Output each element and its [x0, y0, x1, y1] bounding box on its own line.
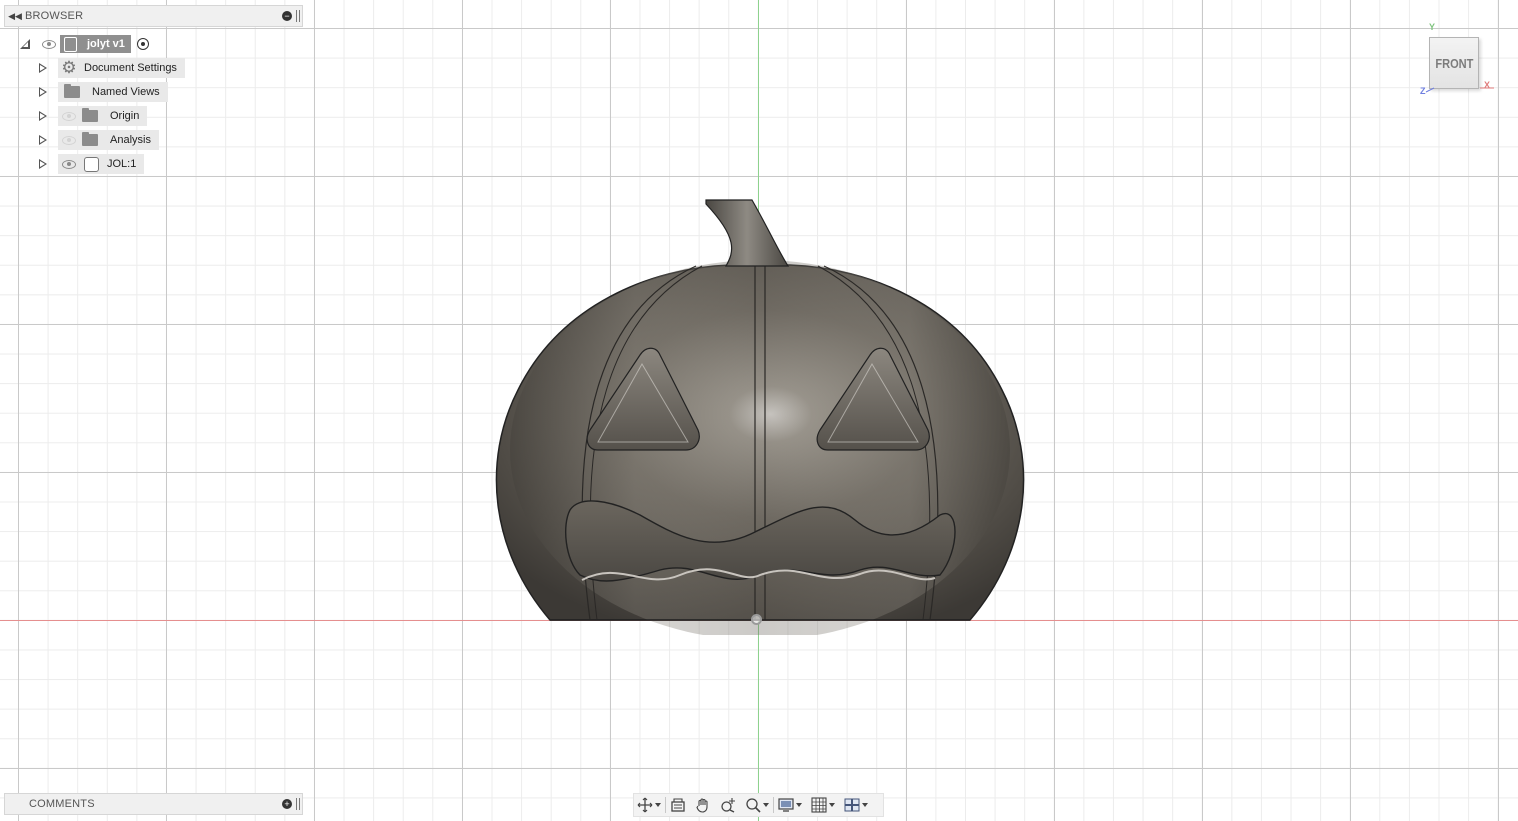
view-cube-front-face[interactable]: FRONT — [1429, 37, 1479, 89]
display-settings-icon — [778, 798, 794, 812]
tree-item-chip[interactable]: JOL:1 — [58, 154, 145, 174]
tree-item-label: Analysis — [110, 134, 151, 146]
tree-item-label: JOL:1 — [107, 158, 137, 170]
tree-item-named-views[interactable]: Named Views — [39, 81, 168, 103]
document-icon — [64, 36, 77, 52]
origin-point[interactable] — [751, 614, 762, 625]
cube-axes-lines — [1425, 87, 1494, 93]
pan-icon — [696, 798, 708, 813]
root-label: jolyt v1 — [87, 38, 125, 50]
expand-icon[interactable] — [39, 159, 47, 169]
fit-button[interactable] — [745, 795, 769, 815]
tree-item-analysis[interactable]: Analysis — [39, 129, 159, 151]
tree-item-chip[interactable]: Named Views — [58, 82, 168, 102]
root-expand-icon[interactable] — [20, 39, 30, 49]
expand-icon[interactable] — [39, 63, 47, 73]
eye-hidden-icon[interactable] — [58, 106, 80, 126]
zoom-icon — [721, 798, 735, 813]
viewports-icon — [844, 798, 860, 812]
orbit-button[interactable] — [637, 795, 661, 815]
tree-item-label: Named Views — [92, 86, 160, 98]
root-document-node[interactable]: jolyt v1 — [60, 35, 131, 53]
pumpkin-model[interactable] — [470, 190, 1050, 635]
grid-icon — [811, 797, 827, 813]
collapse-panel-icon[interactable]: ◀◀ — [5, 11, 25, 22]
add-comment-icon[interactable]: + — [282, 799, 292, 809]
folder-icon — [82, 132, 98, 146]
tree-item-document-settings[interactable]: ⚙ Document Settings — [39, 57, 185, 79]
display-settings-button[interactable] — [778, 795, 802, 815]
tree-item-chip[interactable]: ⚙ Document Settings — [58, 58, 185, 78]
tree-item-label: Document Settings — [84, 62, 177, 74]
cube-axis-y-label: Y — [1429, 22, 1436, 32]
orbit-icon — [637, 797, 653, 813]
grid-button[interactable] — [811, 795, 835, 815]
folder-icon — [82, 108, 98, 122]
eye-icon[interactable] — [38, 34, 60, 54]
cube-face-label: FRONT — [1434, 55, 1474, 71]
panel-grip-icon[interactable] — [296, 798, 300, 810]
tree-item-jol[interactable]: JOL:1 — [39, 153, 145, 175]
pan-button[interactable] — [695, 795, 711, 815]
canvas-viewport[interactable] — [0, 0, 1518, 821]
fit-icon — [746, 798, 761, 813]
tree-item-chip[interactable]: Origin — [58, 106, 148, 126]
view-cube[interactable]: Y X Z FRONT — [1420, 22, 1500, 102]
look-at-icon — [671, 798, 685, 812]
tree-item-origin[interactable]: Origin — [39, 105, 148, 127]
expand-icon[interactable] — [39, 111, 47, 121]
tree-item-label: Origin — [110, 110, 140, 122]
minimize-panel-icon[interactable]: − — [282, 11, 292, 21]
viewports-button[interactable] — [844, 795, 868, 815]
navigation-toolbar — [633, 793, 884, 817]
tree-item-chip[interactable]: Analysis — [58, 130, 159, 150]
look-at-button[interactable] — [670, 795, 686, 815]
eye-icon[interactable] — [58, 154, 80, 174]
comments-panel-header[interactable]: COMMENTS + — [4, 793, 303, 815]
activate-radio-icon[interactable] — [136, 38, 149, 50]
pumpkin-stem — [705, 199, 790, 267]
component-icon — [84, 156, 99, 172]
folder-icon — [64, 84, 80, 98]
zoom-button[interactable] — [720, 795, 736, 815]
browser-title: BROWSER — [25, 10, 84, 22]
eye-hidden-icon[interactable] — [58, 130, 80, 150]
panel-grip-icon[interactable] — [296, 10, 300, 22]
gear-icon: ⚙ — [61, 58, 77, 77]
expand-icon[interactable] — [39, 135, 47, 145]
browser-panel-header[interactable]: ◀◀ BROWSER − — [4, 5, 303, 27]
tree-root-row[interactable]: jolyt v1 — [20, 33, 149, 55]
comments-title: COMMENTS — [29, 798, 95, 810]
expand-icon[interactable] — [39, 87, 47, 97]
